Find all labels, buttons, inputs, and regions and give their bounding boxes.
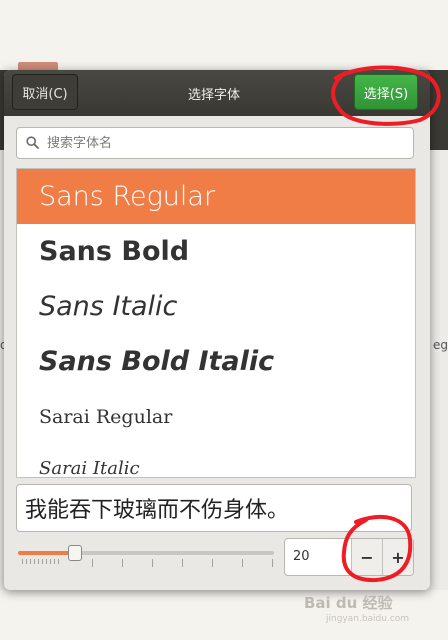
watermark-url: jingyan.baidu.com [326,614,410,624]
font-list[interactable]: Sans Regular Sans Bold Sans Italic Sans … [16,168,416,478]
font-list-item-sans-italic[interactable]: Sans Italic [17,279,415,334]
background-right-edge-text: eg [433,338,448,352]
font-chooser-dialog: 取消(C) 选择字体 选择(S) Sans Regular Sans Bold … [4,70,430,590]
font-list-item-sans-bold[interactable]: Sans Bold [17,224,415,279]
slider-tick [30,559,31,564]
increase-size-button[interactable]: + [382,539,413,575]
slider-tick [26,559,27,564]
font-size-slider[interactable] [18,542,274,572]
slider-tick [58,559,59,564]
decrease-size-button[interactable]: − [351,539,382,575]
cancel-button[interactable]: 取消(C) [12,74,78,110]
watermark-logo: Bai du 经验 [304,594,393,612]
slider-tick [152,559,153,567]
slider-tick [46,559,47,564]
dialog-title: 选择字体 [187,87,240,103]
slider-handle[interactable] [68,545,82,561]
font-list-item-sarai-regular[interactable]: Sarai Regular [17,389,415,444]
slider-tick [92,559,93,567]
preview-text-field[interactable]: 我能吞下玻璃而不伤身体。 [16,484,412,532]
slider-tick [38,559,39,564]
slider-fill [18,551,74,555]
search-input[interactable] [45,130,409,156]
slider-tick [212,559,213,567]
dialog-header: 取消(C) 选择字体 选择(S) [4,70,430,116]
font-list-item-sarai-italic[interactable]: Sarai Italic [17,441,415,477]
background-top [0,0,448,70]
font-list-item-sans-bold-italic[interactable]: Sans Bold Italic [17,334,415,389]
search-box[interactable] [16,127,414,159]
slider-tick [22,559,23,564]
slider-tick [122,559,123,567]
slider-tick [182,559,183,567]
font-size-spinbutton[interactable]: 20 − + [284,538,414,576]
font-list-item-sans-regular[interactable]: Sans Regular [17,169,415,224]
font-size-value[interactable]: 20 [293,549,310,564]
select-button[interactable]: 选择(S) [354,74,418,110]
search-icon [26,136,39,149]
slider-tick [50,559,51,564]
slider-tick [42,559,43,564]
slider-tick [272,559,273,567]
slider-tick [242,559,243,567]
slider-tick [54,559,55,564]
slider-tick [34,559,35,564]
